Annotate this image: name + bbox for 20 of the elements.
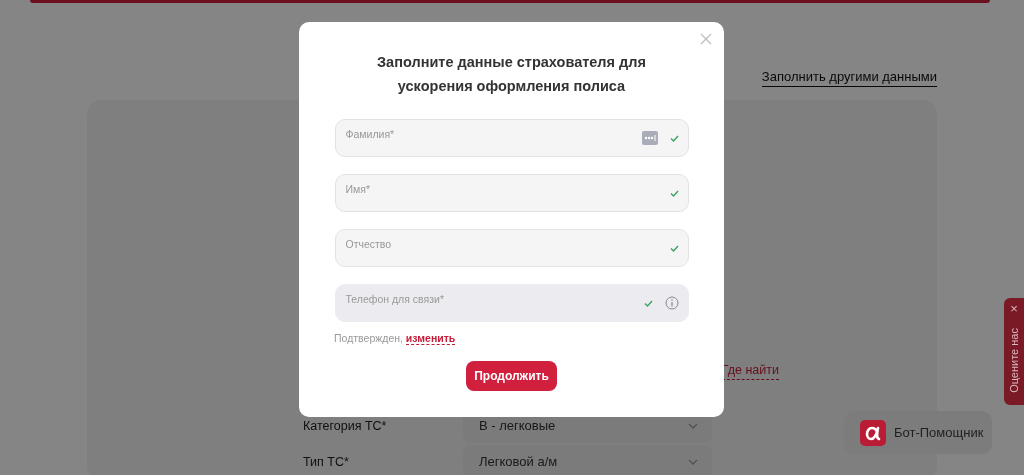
feedback-tab[interactable]: × Оцените нас bbox=[1004, 298, 1024, 405]
fill-other-data-link[interactable]: Заполнить другими данными bbox=[761, 69, 937, 87]
autofill-icon[interactable] bbox=[641, 131, 658, 145]
input-field[interactable]: Фамилия* bbox=[334, 119, 689, 157]
chevron-icon bbox=[688, 458, 698, 465]
confirmed-text: Подтвержден, bbox=[334, 332, 403, 344]
input-field[interactable]: Отчество bbox=[334, 229, 689, 267]
continue-button[interactable]: Продолжить bbox=[466, 361, 557, 391]
select-field[interactable]: Легковой а/м bbox=[463, 444, 712, 475]
input-field[interactable]: Имя* bbox=[334, 174, 689, 212]
feedback-label: Оцените нас bbox=[1008, 328, 1020, 393]
bot-assistant-button[interactable]: Бот-Помощник bbox=[844, 411, 992, 454]
field-label: Категория ТС* bbox=[303, 418, 388, 433]
alpha-logo-icon bbox=[860, 419, 886, 446]
chevron-icon bbox=[688, 422, 698, 429]
close-icon[interactable]: × bbox=[1010, 302, 1018, 316]
modal-title: Заполните данные страхователя для ускорения оформления полиса bbox=[376, 53, 647, 96]
change-link[interactable]: изменить bbox=[405, 332, 456, 345]
field-label: Тип ТС* bbox=[303, 454, 350, 469]
close-icon[interactable] bbox=[700, 33, 712, 45]
